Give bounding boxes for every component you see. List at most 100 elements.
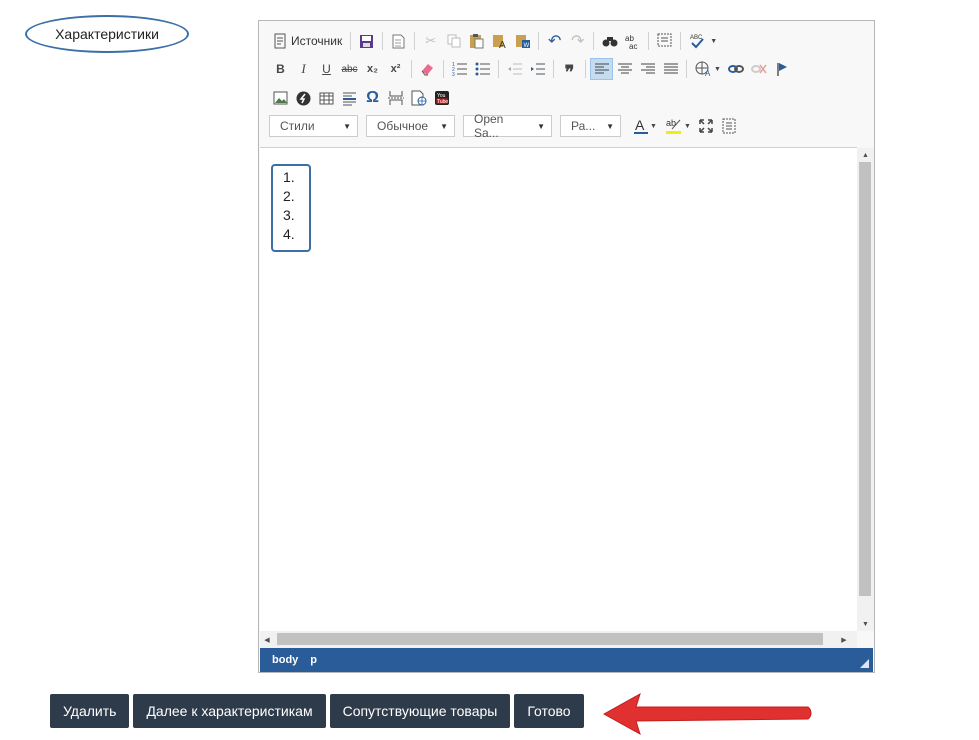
toolbar-separator (680, 32, 682, 50)
chevron-down-icon: ▼ (710, 37, 718, 45)
list-item: 1. (283, 169, 295, 185)
subscript-button[interactable]: x₂ (361, 58, 384, 80)
scroll-down-arrow-icon[interactable]: ▼ (857, 617, 874, 631)
outdent-icon (507, 63, 522, 75)
path-item-body[interactable]: body (272, 654, 298, 666)
svg-text:A: A (635, 117, 645, 133)
vertical-scroll-thumb[interactable] (859, 162, 871, 596)
save-button[interactable] (355, 30, 378, 52)
redo-icon: ↷ (571, 33, 585, 50)
vertical-scrollbar[interactable]: ▲ ▼ (857, 148, 874, 631)
related-products-button[interactable]: Сопутствующие товары (329, 694, 511, 728)
path-item-p[interactable]: p (310, 654, 317, 666)
select-all-button[interactable] (653, 30, 676, 52)
bulleted-list-button[interactable] (471, 58, 494, 80)
toolbar-separator (382, 32, 384, 50)
underline-button[interactable]: U (315, 58, 338, 80)
indent-button[interactable] (526, 58, 549, 80)
align-left-button[interactable] (590, 58, 613, 80)
flash-button[interactable] (292, 87, 315, 109)
find-button[interactable] (598, 30, 621, 52)
paste-text-button[interactable]: A (488, 30, 511, 52)
toolbar-separator (553, 60, 554, 78)
cut-button[interactable]: ✂ (419, 30, 442, 52)
undo-button[interactable]: ↶ (543, 30, 566, 52)
paste-icon (470, 34, 484, 49)
scroll-left-arrow-icon[interactable]: ◀ (260, 631, 274, 648)
italic-button[interactable]: I (292, 58, 315, 80)
format-dropdown-value: Обычное (377, 119, 429, 133)
done-button[interactable]: Готово (514, 694, 584, 728)
editor-content-area[interactable]: 1. 2. 3. 4. (260, 147, 857, 632)
size-dropdown[interactable]: Ра... ▼ (560, 115, 621, 137)
list-item: 2. (283, 188, 295, 204)
align-right-button[interactable] (636, 58, 659, 80)
source-button-label: Источник (291, 34, 343, 48)
special-char-button[interactable]: Ω (361, 87, 384, 109)
toolbar-row-4: Стили ▼ Обычное ▼ Open Sa... ▼ Ра... ▼ A ▼ a… (269, 112, 741, 140)
toolbar-separator (686, 60, 687, 78)
source-button[interactable]: Источник (269, 30, 346, 52)
font-dropdown-value: Open Sa... (474, 112, 504, 140)
paste-word-button[interactable]: W (511, 30, 534, 52)
toolbar-separator (585, 60, 586, 78)
spellcheck-button[interactable]: ABC ▼ (685, 30, 721, 52)
background-color-button[interactable]: ab ▼ (661, 115, 695, 137)
chevron-down-icon: ▼ (440, 121, 448, 131)
align-justify-button[interactable] (659, 58, 682, 80)
bold-button[interactable]: B (269, 58, 292, 80)
styles-dropdown[interactable]: Стили ▼ (269, 115, 358, 137)
toolbar-separator (411, 60, 412, 78)
new-page-button[interactable] (387, 30, 410, 52)
redo-button[interactable]: ↷ (566, 30, 589, 52)
italic-icon: I (301, 61, 306, 76)
scroll-up-arrow-icon[interactable]: ▲ (857, 148, 874, 162)
next-to-characteristics-button[interactable]: Далее к характеристикам (133, 694, 326, 728)
toolbar-separator (538, 32, 540, 50)
align-center-button[interactable] (613, 58, 636, 80)
language-button[interactable]: A ▼ (691, 58, 725, 80)
remove-format-button[interactable] (416, 58, 439, 80)
horizontal-scroll-thumb[interactable] (277, 633, 823, 645)
unlink-button[interactable] (748, 58, 771, 80)
horizontal-rule-button[interactable] (338, 87, 361, 109)
replace-button[interactable]: ab ac (621, 30, 644, 52)
maximize-button[interactable] (695, 115, 718, 137)
svg-text:3: 3 (452, 72, 455, 77)
toolbar-row-2: B I U abc x₂ x² 123 ❞ A ▼ (269, 57, 794, 82)
superscript-button[interactable]: x² (384, 58, 407, 80)
toolbar-separator (593, 32, 595, 50)
outdent-button[interactable] (503, 58, 526, 80)
show-blocks-button[interactable] (718, 115, 741, 137)
link-button[interactable] (725, 58, 748, 80)
format-dropdown[interactable]: Обычное ▼ (366, 115, 455, 137)
resize-grip-icon[interactable] (860, 659, 869, 668)
page-break-button[interactable] (384, 87, 407, 109)
spellcheck-icon: ABC (690, 35, 704, 49)
chevron-down-icon: ▼ (714, 65, 721, 73)
copy-button[interactable] (442, 30, 465, 52)
page-break-icon (387, 91, 404, 105)
scroll-right-arrow-icon[interactable]: ▶ (837, 631, 851, 648)
iframe-button[interactable] (407, 87, 430, 109)
strikethrough-button[interactable]: abc (338, 58, 361, 80)
select-all-icon (657, 33, 672, 47)
blockquote-button[interactable]: ❞ (558, 58, 581, 82)
styles-dropdown-value: Стили (280, 119, 315, 133)
youtube-button[interactable]: You Tube (430, 87, 453, 109)
table-button[interactable] (315, 87, 338, 109)
anchor-button[interactable] (771, 58, 794, 80)
delete-button[interactable]: Удалить (50, 694, 130, 728)
font-dropdown[interactable]: Open Sa... ▼ (463, 112, 552, 140)
text-color-button[interactable]: A ▼ (629, 115, 661, 137)
section-label-text: Характеристики (55, 26, 159, 42)
image-button[interactable] (269, 87, 292, 109)
numbered-list-button[interactable]: 123 (448, 58, 471, 80)
section-label-characteristics: Характеристики (25, 15, 189, 53)
paste-button[interactable] (465, 30, 488, 52)
chevron-down-icon: ▼ (650, 122, 657, 130)
horizontal-scrollbar[interactable]: ◀ ▶ (260, 631, 857, 648)
flag-icon (777, 62, 788, 76)
align-justify-icon (663, 63, 678, 74)
toolbar-separator (498, 60, 499, 78)
